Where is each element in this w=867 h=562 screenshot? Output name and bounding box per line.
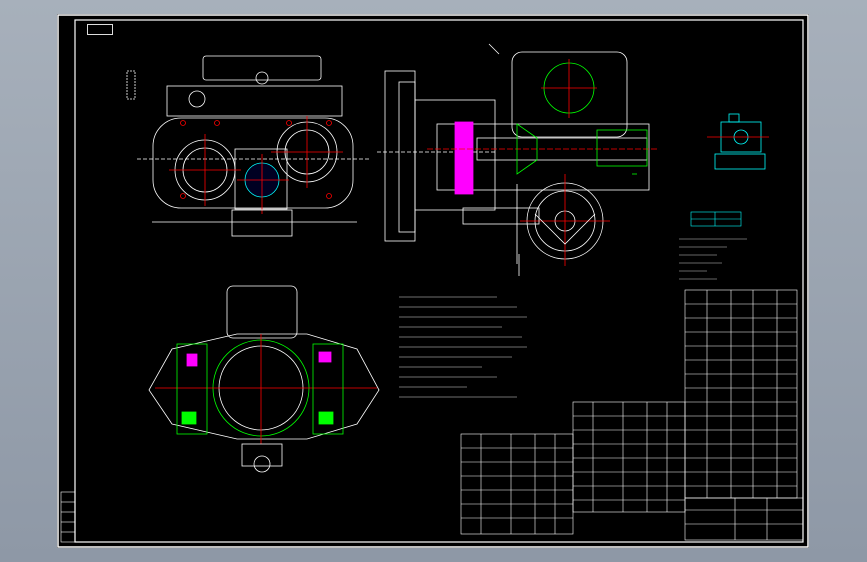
technical-notes <box>399 296 527 398</box>
sheet-border <box>57 14 809 548</box>
engineering-drawing <box>57 14 809 548</box>
revision-block <box>60 491 76 543</box>
drawing-sheet <box>57 14 809 548</box>
tech-spec-lines <box>679 238 747 280</box>
cad-viewport[interactable] <box>0 0 867 562</box>
parts-list-right <box>684 289 798 499</box>
front-view <box>126 55 369 237</box>
drawing-tag <box>87 24 113 35</box>
gear-section-view <box>427 43 657 276</box>
parts-list-left <box>460 433 574 535</box>
inner-frame <box>74 19 804 543</box>
lower-section-view <box>148 285 380 473</box>
detail-view <box>707 113 769 170</box>
parts-list-middle <box>572 401 686 513</box>
small-legend-table <box>690 211 742 227</box>
title-block <box>684 497 804 541</box>
